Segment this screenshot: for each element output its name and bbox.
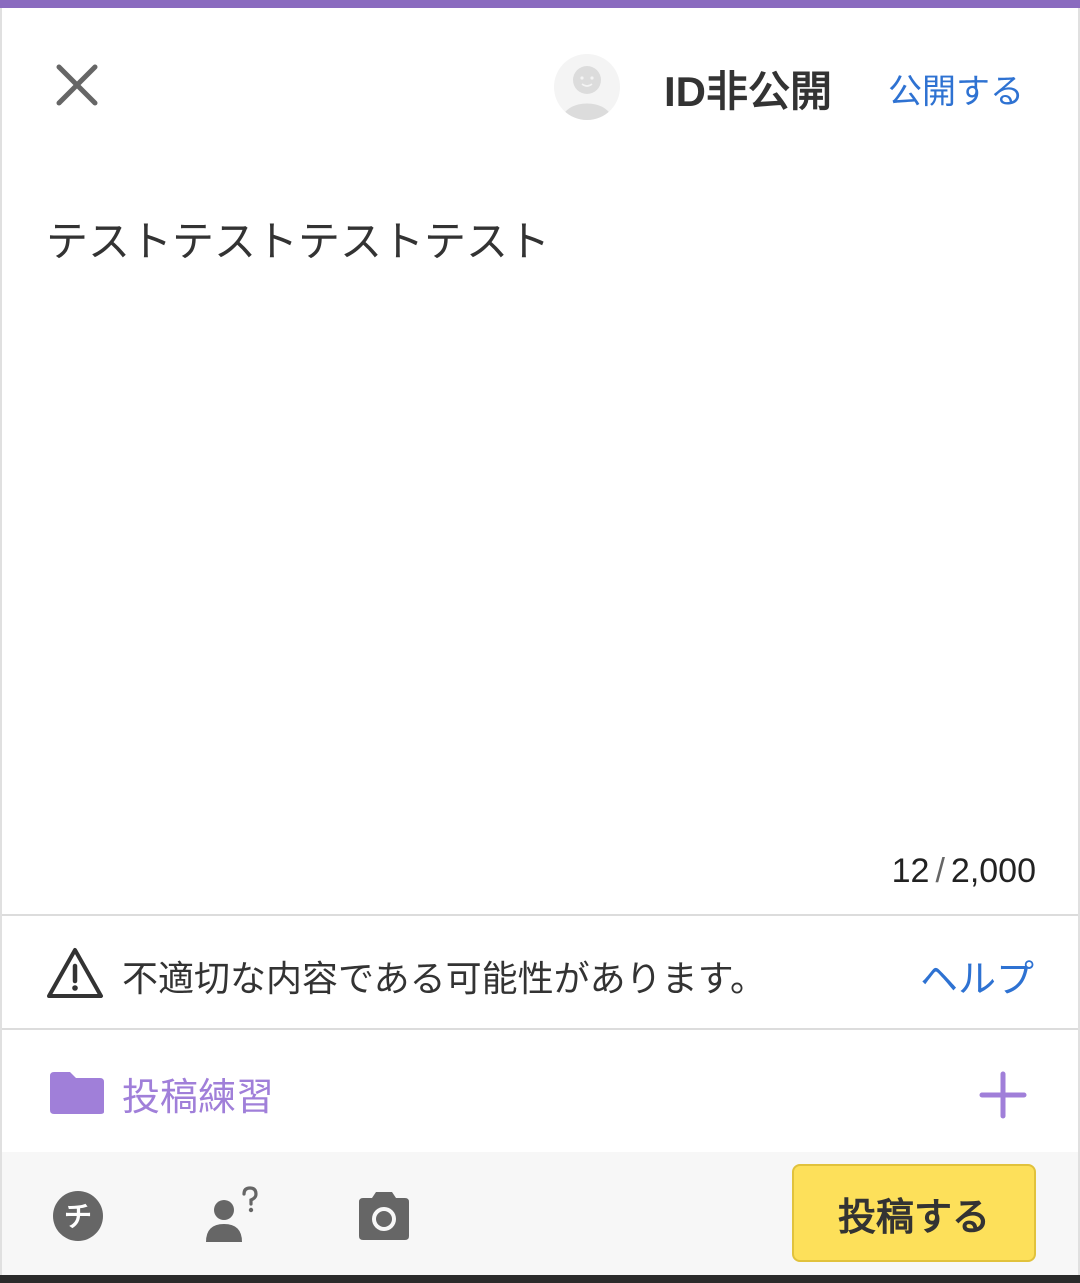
camera-button[interactable] bbox=[354, 1186, 414, 1246]
folder-icon bbox=[50, 1072, 104, 1114]
character-counter: 12/2,000 bbox=[892, 852, 1036, 891]
user-question-icon bbox=[206, 1186, 258, 1242]
camera-icon bbox=[359, 1192, 409, 1240]
close-icon bbox=[56, 64, 98, 106]
char-count-separator: / bbox=[935, 852, 945, 890]
avatar bbox=[554, 54, 620, 120]
char-count-limit: 2,000 bbox=[950, 852, 1036, 890]
chip-icon-label: チ bbox=[64, 1200, 92, 1233]
bottom-system-bar bbox=[0, 1275, 1080, 1283]
category-row[interactable]: 投稿練習 bbox=[0, 1032, 1080, 1152]
post-body-textarea[interactable]: テストテストテストテスト bbox=[46, 208, 1036, 828]
divider bbox=[2, 914, 1078, 916]
top-accent-bar bbox=[0, 0, 1080, 8]
compose-header: ID非公開 公開する bbox=[0, 8, 1080, 158]
warning-row: 不適切な内容である可能性があります。 ヘルプ bbox=[0, 918, 1080, 1028]
char-count-current: 12 bbox=[891, 852, 930, 890]
help-link[interactable]: ヘルプ bbox=[920, 948, 1034, 1003]
make-public-link[interactable]: 公開する bbox=[888, 64, 1024, 113]
plus-icon[interactable] bbox=[976, 1068, 1030, 1122]
bottom-toolbar: チ 投稿する bbox=[2, 1152, 1078, 1275]
chip-icon: チ bbox=[53, 1191, 103, 1241]
submit-post-button[interactable]: 投稿する bbox=[792, 1164, 1036, 1262]
warning-icon bbox=[47, 948, 103, 998]
chip-button[interactable]: チ bbox=[48, 1186, 108, 1246]
id-visibility-label: ID非公開 bbox=[664, 68, 833, 115]
ask-user-button[interactable] bbox=[202, 1186, 262, 1246]
close-button[interactable] bbox=[44, 52, 110, 118]
divider bbox=[2, 1028, 1078, 1030]
warning-message: 不適切な内容である可能性があります。 bbox=[122, 959, 767, 1000]
category-label: 投稿練習 bbox=[122, 1075, 275, 1119]
default-avatar-icon bbox=[562, 66, 612, 120]
